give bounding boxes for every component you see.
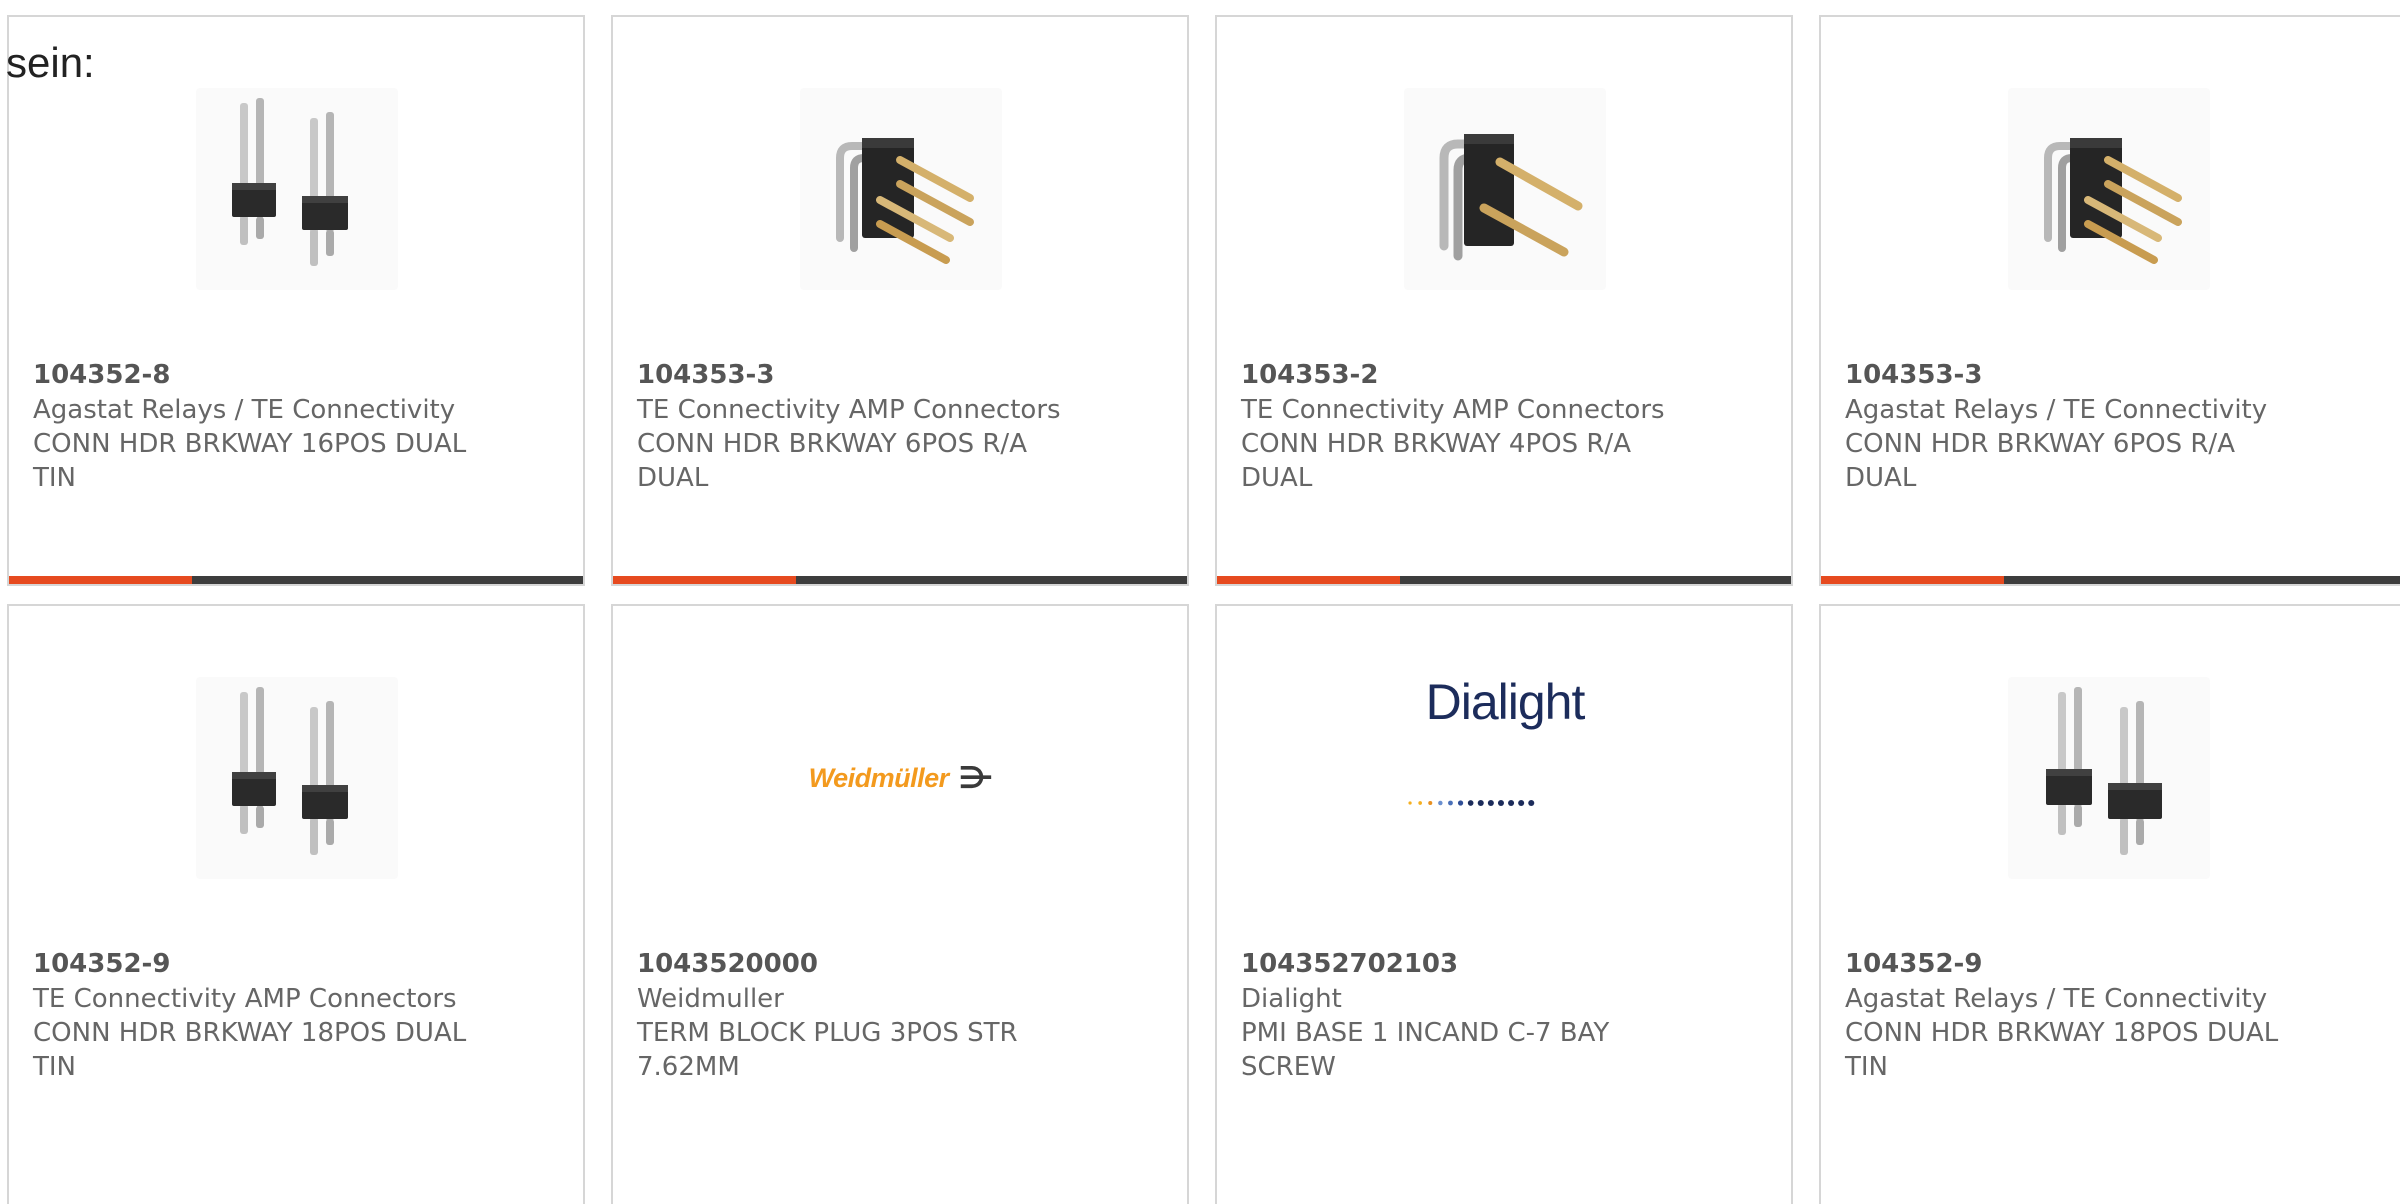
product-image[interactable]: Weidmüller ⋺ xyxy=(800,677,1002,879)
product-image[interactable] xyxy=(2008,88,2210,290)
product-image[interactable] xyxy=(196,677,398,879)
manufacturer-label: Agastat Relays / TE Connectivity xyxy=(1845,395,2268,425)
product-image[interactable] xyxy=(2008,677,2210,879)
weidmuller-logo-text: Weidmüller xyxy=(808,762,950,793)
right-angle-header-icon xyxy=(1439,134,1583,261)
product-card[interactable]: 104352-8 Agastat Relays / TE Connectivit… xyxy=(7,15,585,586)
product-description: CONN HDR BRKWAY 16POS DUAL TIN xyxy=(33,429,467,493)
weidmuller-logo: Weidmüller ⋺ xyxy=(800,677,1002,879)
weidmuller-mark-icon: ⋺ xyxy=(958,760,994,796)
product-card[interactable]: 104353-3 Agastat Relays / TE Connectivit… xyxy=(1819,15,2400,586)
part-number[interactable]: 104353-3 xyxy=(1845,360,1982,390)
manufacturer-label: TE Connectivity AMP Connectors xyxy=(637,395,1061,425)
straight-pin-header-icon xyxy=(232,98,348,266)
product-image[interactable] xyxy=(1404,88,1606,290)
straight-pin-header-icon xyxy=(2046,687,2162,855)
product-card[interactable]: Weidmüller ⋺ 1043520000 Weidmuller TERM … xyxy=(611,604,1189,1204)
header-fragment-text: sein: xyxy=(6,39,95,86)
product-description: CONN HDR BRKWAY 18POS DUAL TIN xyxy=(1845,1018,2279,1082)
product-card[interactable]: 104353-2 TE Connectivity AMP Connectors … xyxy=(1215,15,1793,586)
card-accent-bar xyxy=(9,576,583,584)
product-description: PMI BASE 1 INCAND C-7 BAY SCREW xyxy=(1241,1018,1610,1082)
manufacturer-label: TE Connectivity AMP Connectors xyxy=(33,984,457,1014)
product-image[interactable]: Dialight xyxy=(1404,677,1606,879)
product-image[interactable] xyxy=(800,88,1002,290)
card-accent-bar xyxy=(1217,576,1791,584)
product-description: CONN HDR BRKWAY 6POS R/A DUAL xyxy=(1845,429,2235,493)
part-number[interactable]: 104352-9 xyxy=(1845,949,1982,979)
product-description: CONN HDR BRKWAY 18POS DUAL TIN xyxy=(33,1018,467,1082)
product-card[interactable]: Dialight 104352702103 Dialight PMI BASE … xyxy=(1215,604,1793,1204)
dialight-dots-icon xyxy=(1408,799,1535,807)
product-card[interactable]: 104353-3 TE Connectivity AMP Connectors … xyxy=(611,15,1189,586)
part-number[interactable]: 104353-3 xyxy=(637,360,774,390)
manufacturer-label: Agastat Relays / TE Connectivity xyxy=(33,395,456,425)
right-angle-header-icon xyxy=(2044,138,2182,264)
part-number[interactable]: 104353-2 xyxy=(1241,360,1378,390)
card-accent-bar xyxy=(1821,576,2400,584)
part-number[interactable]: 104352702103 xyxy=(1241,949,1458,979)
product-image[interactable] xyxy=(196,88,398,290)
product-card[interactable]: 104352-9 TE Connectivity AMP Connectors … xyxy=(7,604,585,1204)
product-grid: 104352-8 Agastat Relays / TE Connectivit… xyxy=(0,0,2400,1204)
card-accent-bar xyxy=(613,576,1187,584)
product-description: CONN HDR BRKWAY 6POS R/A DUAL xyxy=(637,429,1027,493)
product-card[interactable]: 104352-9 Agastat Relays / TE Connectivit… xyxy=(1819,604,2400,1204)
manufacturer-label: Weidmuller xyxy=(637,984,784,1014)
part-number[interactable]: 104352-8 xyxy=(33,360,170,390)
product-description: CONN HDR BRKWAY 4POS R/A DUAL xyxy=(1241,429,1631,493)
dialight-logo: Dialight xyxy=(1404,677,1606,879)
straight-pin-header-icon xyxy=(232,687,348,855)
manufacturer-label: Agastat Relays / TE Connectivity xyxy=(1845,984,2268,1014)
manufacturer-label: TE Connectivity AMP Connectors xyxy=(1241,395,1665,425)
manufacturer-label: Dialight xyxy=(1241,984,1342,1014)
part-number[interactable]: 1043520000 xyxy=(637,949,818,979)
product-description: TERM BLOCK PLUG 3POS STR 7.62MM xyxy=(637,1018,1018,1082)
dialight-logo-text: Dialight xyxy=(1425,674,1586,730)
right-angle-header-icon xyxy=(836,138,974,264)
part-number[interactable]: 104352-9 xyxy=(33,949,170,979)
